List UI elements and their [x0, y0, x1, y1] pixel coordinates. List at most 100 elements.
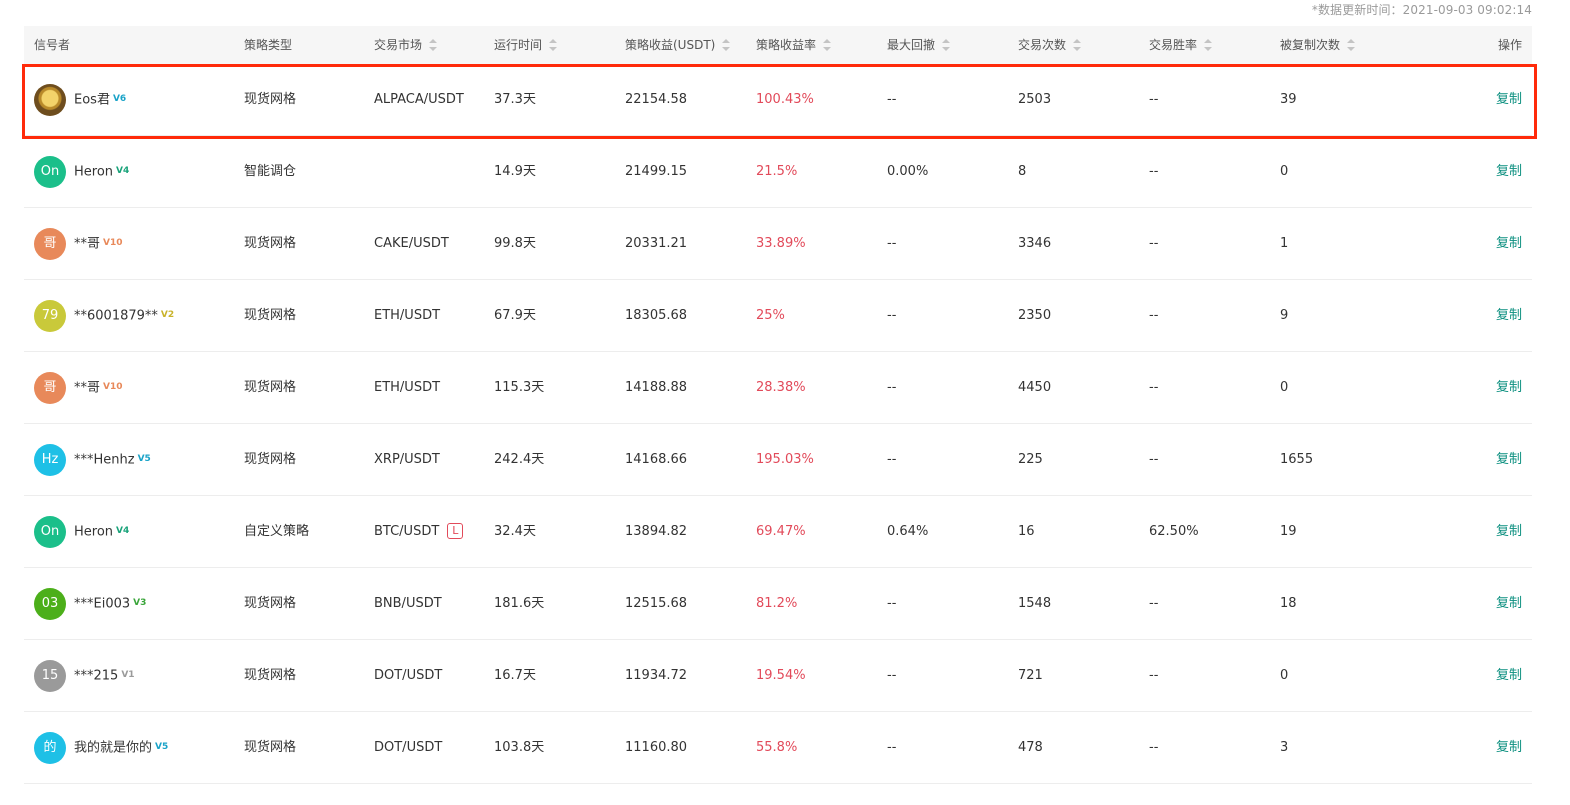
strategy-type: 现货网格 [244, 668, 297, 683]
max-drawdown: 0.00% [887, 164, 929, 179]
avatar[interactable]: 03 [34, 588, 66, 620]
col-win-rate[interactable]: 交易胜率 [1149, 26, 1213, 64]
win-rate: 62.50% [1149, 524, 1199, 539]
avatar[interactable] [34, 84, 66, 116]
avatar[interactable]: 哥 [34, 228, 66, 260]
col-trade-count[interactable]: 交易次数 [1018, 26, 1082, 64]
signaler-name[interactable]: Eos君 V6 [74, 64, 126, 136]
vip-level-icon: V2 [160, 310, 175, 320]
profit: 14168.66 [625, 452, 688, 467]
signaler-name[interactable]: ***Henhz V5 [74, 424, 151, 496]
max-drawdown: -- [887, 92, 897, 107]
avatar[interactable]: 79 [34, 300, 66, 332]
copy-button[interactable]: 复制 [1496, 712, 1522, 784]
return-rate: 19.54% [756, 668, 806, 683]
sort-icon[interactable] [429, 38, 438, 51]
max-drawdown: 0.64% [887, 524, 929, 539]
signaler-name-text[interactable]: ***Henhz [74, 453, 135, 468]
strategy-type: 现货网格 [244, 596, 297, 611]
sort-icon[interactable] [549, 38, 558, 51]
vip-level-icon: V10 [103, 238, 123, 248]
avatar[interactable]: 15 [34, 660, 66, 692]
copy-button[interactable]: 复制 [1496, 424, 1522, 496]
trade-count: 478 [1018, 740, 1043, 755]
signaler-name[interactable]: **6001879** V2 [74, 280, 174, 352]
signaler-name-text[interactable]: Heron [74, 525, 113, 540]
vip-level-icon: V6 [112, 94, 127, 104]
copy-button[interactable]: 复制 [1496, 352, 1522, 424]
trade-count: 4450 [1018, 380, 1052, 395]
col-copied-count[interactable]: 被复制次数 [1280, 26, 1356, 64]
signaler-name[interactable]: ***Ei003 V3 [74, 568, 146, 640]
col-profit[interactable]: 策略收益(USDT) [625, 26, 731, 64]
market-text: BTC/USDT [374, 524, 440, 539]
table-header: 信号者 策略类型 交易市场 运行时间 策略收益(USDT) 策略收益率 最大回撤… [24, 26, 1532, 64]
copy-button[interactable]: 复制 [1496, 136, 1522, 208]
profit: 13894.82 [625, 524, 688, 539]
col-market[interactable]: 交易市场 [374, 26, 438, 64]
signaler-name-text[interactable]: **哥 [74, 381, 100, 396]
win-rate: -- [1149, 164, 1159, 179]
sort-icon[interactable] [1204, 38, 1213, 51]
market-text: DOT/USDT [374, 740, 443, 755]
copy-button[interactable]: 复制 [1496, 640, 1522, 712]
signaler-name-text[interactable]: Eos君 [74, 93, 110, 108]
avatar[interactable]: On [34, 156, 66, 188]
copy-button[interactable]: 复制 [1496, 496, 1522, 568]
trade-count: 2350 [1018, 308, 1052, 323]
copy-button[interactable]: 复制 [1496, 568, 1522, 640]
strategy-type: 现货网格 [244, 308, 297, 323]
vip-level-icon: V4 [116, 526, 130, 536]
col-runtime[interactable]: 运行时间 [494, 26, 558, 64]
profit: 20331.21 [625, 236, 688, 251]
signaler-name[interactable]: Heron V4 [74, 136, 129, 208]
market-text: XRP/USDT [374, 452, 440, 467]
market: CAKE/USDT [374, 208, 449, 280]
copy-button[interactable]: 复制 [1496, 208, 1522, 280]
sort-icon[interactable] [823, 38, 832, 51]
avatar[interactable]: Hz [34, 444, 66, 476]
copy-button[interactable]: 复制 [1496, 64, 1522, 136]
sort-icon[interactable] [942, 38, 951, 51]
signaler-name[interactable]: **哥 V10 [74, 208, 123, 280]
avatar[interactable]: On [34, 516, 66, 548]
signaler-name-text[interactable]: **6001879** [74, 309, 158, 324]
table-body: Eos君 V6 现货网格 ALPACA/USDT 37.3天 22154.58 100.43… [24, 64, 1532, 784]
max-drawdown: -- [887, 740, 897, 755]
signaler-name-text[interactable]: Heron [74, 165, 113, 180]
market: ETH/USDT [374, 352, 440, 424]
copied-count: 39 [1280, 92, 1297, 107]
signaler-name[interactable]: ***215 V1 [74, 640, 135, 712]
signaler-name-text[interactable]: ***Ei003 [74, 597, 130, 612]
signaler-name-text[interactable]: **哥 [74, 237, 100, 252]
sort-icon[interactable] [722, 38, 731, 51]
strategy-type: 智能调仓 [244, 164, 297, 179]
col-return-rate[interactable]: 策略收益率 [756, 26, 832, 64]
sort-icon[interactable] [1073, 38, 1082, 51]
copy-button[interactable]: 复制 [1496, 280, 1522, 352]
signaler-name[interactable]: **哥 V10 [74, 352, 123, 424]
vip-level-icon: V1 [121, 670, 135, 680]
copied-count: 1 [1280, 236, 1289, 251]
signaler-name[interactable]: 我的就是你的 V5 [74, 712, 168, 784]
return-rate: 69.47% [756, 524, 806, 539]
strategy-type: 自定义策略 [244, 524, 310, 539]
col-max-drawdown[interactable]: 最大回撤 [887, 26, 951, 64]
sort-icon[interactable] [1347, 38, 1356, 51]
strategy-type: 现货网格 [244, 236, 297, 251]
avatar[interactable]: 哥 [34, 372, 66, 404]
market: ALPACA/USDT [374, 64, 464, 136]
return-rate: 28.38% [756, 380, 806, 395]
col-action: 操作 [1497, 38, 1522, 52]
market: DOT/USDT [374, 712, 442, 784]
table-row: On Heron V4 智能调仓 14.9天 21499.15 21.5% 0.00% 8 -- 0… [24, 136, 1532, 208]
signaler-name-text[interactable]: ***215 [74, 669, 118, 684]
avatar[interactable]: 的 [34, 732, 66, 764]
signaler-name[interactable]: Heron V4 [74, 496, 129, 568]
copied-count: 0 [1280, 668, 1289, 683]
win-rate: -- [1149, 452, 1159, 467]
runtime: 32.4天 [494, 524, 536, 539]
trade-count: 8 [1018, 164, 1027, 179]
signaler-name-text[interactable]: 我的就是你的 [74, 741, 152, 756]
profit: 21499.15 [625, 164, 688, 179]
